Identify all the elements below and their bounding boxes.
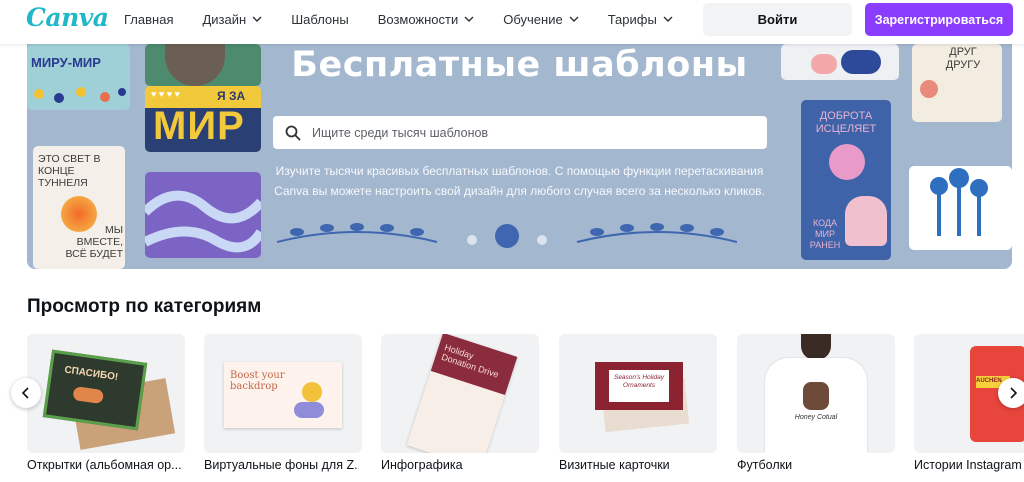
canva-logo[interactable]: Canva bbox=[26, 3, 109, 32]
category-card-tshirts[interactable]: Honey Cotual Футболки bbox=[737, 334, 895, 472]
decor-card-text: МИР bbox=[153, 104, 245, 148]
tshirt-print-text: Honey Cotual bbox=[794, 414, 838, 421]
story-text: AUCHEN bbox=[976, 378, 1002, 384]
nav-item-home[interactable]: Главная bbox=[124, 12, 173, 27]
top-header: Canva Главная Дизайн Шаблоны Возможности… bbox=[0, 0, 1024, 44]
login-button[interactable]: Войти bbox=[703, 3, 852, 36]
nav-label: Возможности bbox=[377, 12, 459, 27]
nav-label: Шаблоны bbox=[291, 12, 349, 27]
postcard-shape: СПАСИБО! bbox=[42, 349, 148, 431]
chevron-down-icon bbox=[569, 16, 579, 22]
category-card-postcards[interactable]: СПАСИБО! Открытки (альбомная ор... bbox=[27, 334, 185, 472]
infographic-sheet: Holiday Donation Drive bbox=[406, 334, 518, 453]
chevron-down-icon bbox=[464, 16, 474, 22]
category-thumbnail: Season's Holiday Ornaments bbox=[559, 334, 717, 453]
decor-card-subtext: МЫ ВМЕСТЕ, ВСЁ БУДЕТ bbox=[65, 224, 123, 260]
nav-item-learn[interactable]: Обучение bbox=[503, 12, 579, 27]
business-card-front: Season's Holiday Ornaments bbox=[595, 362, 683, 410]
signup-button[interactable]: Зарегистрироваться bbox=[865, 3, 1013, 36]
category-label: Виртуальные фоны для Z... bbox=[204, 458, 359, 472]
nav-label: Главная bbox=[124, 12, 174, 27]
category-thumbnail: Honey Cotual bbox=[737, 334, 895, 453]
nav-item-pricing[interactable]: Тарифы bbox=[608, 12, 673, 27]
decor-card-text: ДОБРОТА ИСЦЕЛЯЕТ bbox=[815, 110, 877, 135]
chevron-down-icon bbox=[663, 16, 673, 22]
category-label: Визитные карточки bbox=[559, 458, 670, 472]
decor-card-purple-pattern bbox=[145, 172, 261, 258]
template-search-bar[interactable] bbox=[273, 116, 767, 149]
backdrop-image: Boost your backdrop bbox=[224, 362, 342, 428]
business-card-text: Season's Holiday Ornaments bbox=[613, 374, 665, 389]
flower-decoration bbox=[829, 144, 865, 180]
shape-decoration bbox=[294, 402, 324, 418]
hero-banner: МИРУ-МИР ♥ ♥ ♥ ♥ Я ЗА МИР ЭТО СВЕТ В КОН… bbox=[27, 44, 1012, 269]
decor-card-hearts: ♥ ♥ ♥ ♥ bbox=[151, 89, 180, 99]
carousel-next-button[interactable] bbox=[998, 378, 1024, 408]
flowers-decoration bbox=[930, 168, 988, 236]
nav-item-design[interactable]: Дизайн bbox=[202, 12, 262, 27]
search-input[interactable] bbox=[310, 124, 754, 141]
category-card-business-cards[interactable]: Season's Holiday Ornaments Визитные карт… bbox=[559, 334, 717, 472]
backdrop-text: Boost your backdrop bbox=[230, 370, 285, 392]
circle-decoration bbox=[302, 382, 322, 402]
nav-item-templates[interactable]: Шаблоны bbox=[291, 12, 349, 27]
decor-card-text: ЭТО СВЕТ В КОНЦЕ ТУННЕЛЯ bbox=[38, 153, 101, 189]
search-icon bbox=[285, 125, 301, 140]
chevron-right-icon bbox=[1010, 387, 1018, 399]
category-thumbnail: Holiday Donation Drive bbox=[381, 334, 539, 453]
nav-item-features[interactable]: Возможности bbox=[378, 12, 475, 27]
nav-label: Тарифы bbox=[607, 12, 657, 27]
model-head bbox=[801, 334, 831, 360]
nav-label: Дизайн bbox=[202, 12, 247, 27]
decor-card-ya-za-mir: ♥ ♥ ♥ ♥ Я ЗА МИР bbox=[145, 86, 261, 152]
chevron-down-icon bbox=[252, 16, 262, 22]
category-label: Истории Instagram bbox=[914, 458, 1022, 472]
decor-card-badge: Я ЗА bbox=[217, 89, 246, 103]
chevron-left-icon bbox=[21, 387, 29, 399]
postcard-text: СПАСИБО! bbox=[63, 364, 119, 384]
nav-label: Обучение bbox=[503, 12, 563, 27]
main-nav: Главная Дизайн Шаблоны Возможности Обуче… bbox=[124, 12, 702, 27]
tshirt-print bbox=[803, 382, 829, 410]
category-label: Инфографика bbox=[381, 458, 463, 472]
category-label: Открытки (альбомная ор... bbox=[27, 458, 182, 472]
decor-card-blue-flowers bbox=[909, 166, 1012, 250]
category-card-infographics[interactable]: Holiday Donation Drive Инфографика bbox=[381, 334, 539, 472]
dinosaur-shape bbox=[72, 386, 105, 405]
category-thumbnail: Boost your backdrop bbox=[204, 334, 362, 453]
hand-decoration bbox=[845, 196, 887, 246]
category-card-virtual-backgrounds[interactable]: Boost your backdrop Виртуальные фоны для… bbox=[204, 334, 362, 472]
page-title: Бесплатные шаблоны bbox=[291, 45, 748, 85]
categories-title: Просмотр по категориям bbox=[27, 296, 262, 317]
pattern-decoration bbox=[145, 190, 261, 253]
decor-card-dobrota: ДОБРОТА ИСЦЕЛЯЕТ КОДА МИР РАНЕН bbox=[801, 100, 891, 260]
decor-card-svet: ЭТО СВЕТ В КОНЦЕ ТУННЕЛЯ МЫ ВМЕСТЕ, ВСЁ … bbox=[33, 146, 125, 269]
category-thumbnail: СПАСИБО! bbox=[27, 334, 185, 453]
leaf-decoration bbox=[277, 223, 737, 248]
hero-description: Изучите тысячи красивых бесплатных шабло… bbox=[274, 164, 765, 198]
category-label: Футболки bbox=[737, 458, 793, 472]
carousel-prev-button[interactable] bbox=[11, 378, 41, 408]
decor-card-subtext: КОДА МИР РАНЕН bbox=[809, 218, 841, 250]
